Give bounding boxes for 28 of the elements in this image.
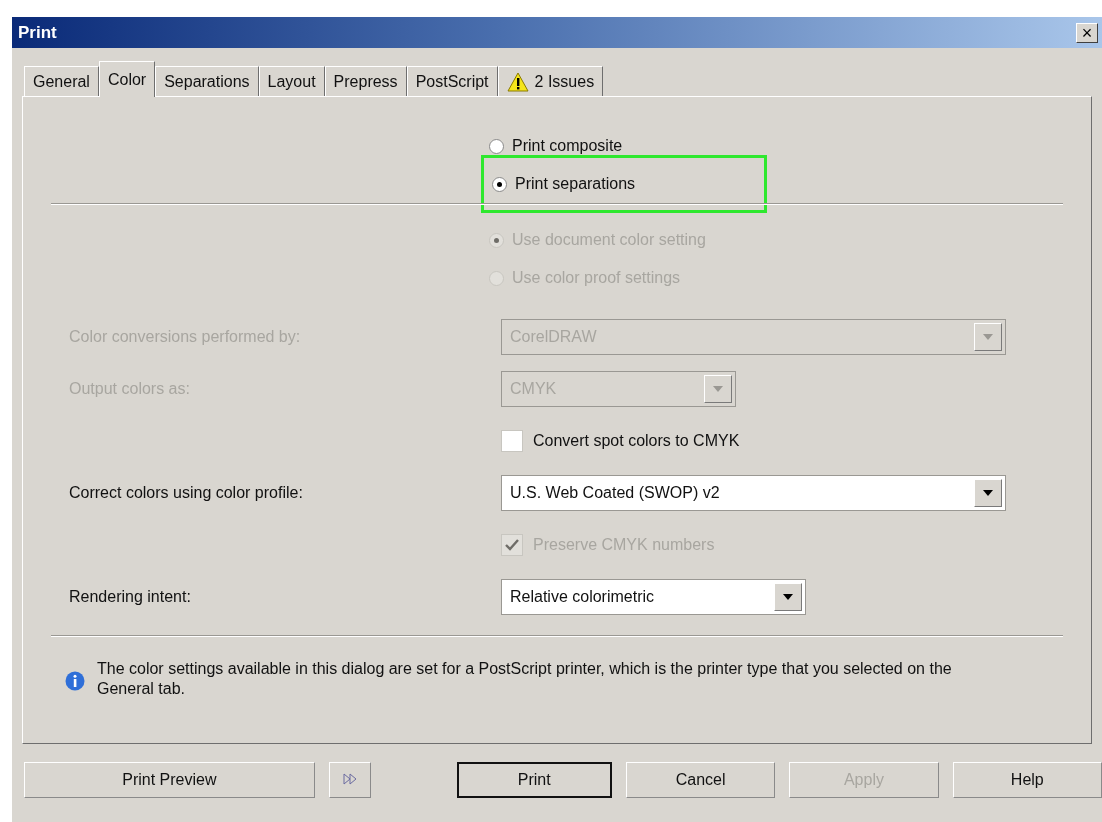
tab[interactable]: Color (98, 61, 156, 97)
expand-button[interactable] (328, 762, 371, 798)
dialog-button[interactable]: Help (952, 762, 1102, 798)
radio-option[interactable]: Print separations (481, 155, 767, 213)
dialog-button[interactable]: Print (456, 762, 612, 798)
tab[interactable]: Layout (258, 66, 325, 96)
dialog-button[interactable]: Cancel (625, 762, 776, 798)
dropdown[interactable]: U.S. Web Coated (SWOP) v2 (501, 475, 1006, 511)
double-chevron-icon (342, 773, 357, 785)
info-text: The color settings available in this dialog are set for a PostScript printer, which is the printer type that you selected on the General tab. (97, 659, 953, 699)
close-button[interactable]: × (1076, 22, 1098, 43)
check-icon (505, 539, 519, 551)
radio-button[interactable] (489, 138, 504, 154)
window-title: Print (18, 22, 57, 43)
checkbox-option[interactable]: Convert spot colors to CMYK (501, 430, 1091, 452)
tab[interactable]: General (24, 66, 99, 96)
info-icon (65, 671, 85, 691)
tab[interactable]: Separations (155, 66, 259, 96)
tab[interactable]: Prepress (324, 66, 407, 96)
field-label: Rendering intent: (69, 588, 192, 606)
checkbox[interactable] (501, 430, 523, 452)
warning-icon (506, 71, 529, 92)
tab[interactable]: 2 Issues (497, 66, 604, 96)
radio-button[interactable] (492, 176, 507, 192)
dropdown[interactable]: Relative colorimetric (501, 579, 806, 615)
field-label: Correct colors using color profile: (69, 484, 304, 502)
dialog-button[interactable]: Print Preview (24, 762, 315, 798)
tab[interactable]: PostScript (406, 66, 498, 96)
